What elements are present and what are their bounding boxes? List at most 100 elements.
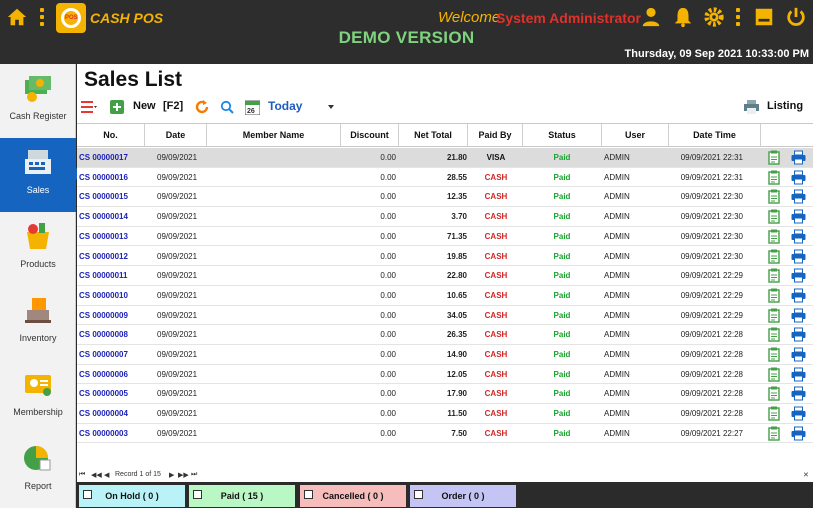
tab-paid[interactable]: Paid ( 15 ) — [189, 485, 295, 507]
printer-icon[interactable] — [744, 100, 759, 114]
table-row[interactable]: CS 00000013 09/09/2021 0.00 71.35 CASH Paid AD… — [77, 227, 813, 247]
print-receipt-icon[interactable] — [791, 327, 806, 342]
edit-clipboard-icon[interactable] — [767, 308, 782, 323]
row-discount: 0.00 — [380, 251, 396, 261]
column-header-date-time[interactable]: Date Time — [669, 124, 761, 147]
print-receipt-icon[interactable] — [791, 426, 806, 441]
list-menu-icon[interactable] — [81, 100, 97, 114]
date-filter-select[interactable]: Today — [268, 99, 302, 113]
edit-clipboard-icon[interactable] — [767, 426, 782, 441]
row-date-time: 09/09/2021 22:28 — [680, 350, 743, 359]
row-paid-by: VISA — [486, 153, 506, 162]
print-receipt-icon[interactable] — [791, 367, 806, 382]
prev-record-icon[interactable]: ◀ — [104, 471, 109, 479]
chevron-down-icon[interactable] — [328, 105, 334, 109]
row-paid-by: CASH — [484, 409, 508, 419]
new-button[interactable]: New — [133, 100, 156, 112]
gear-icon[interactable] — [703, 6, 725, 28]
next-page-icon[interactable]: ▶▶ — [178, 471, 189, 479]
print-receipt-icon[interactable] — [791, 347, 806, 362]
table-row[interactable]: CS 00000008 09/09/2021 0.00 26.35 CASH Paid AD… — [77, 325, 813, 345]
edit-clipboard-icon[interactable] — [767, 386, 782, 402]
table-row[interactable]: CS 00000012 09/09/2021 0.00 19.85 CASH Paid AD… — [77, 247, 813, 267]
print-receipt-icon[interactable] — [791, 249, 806, 264]
table-row[interactable]: CS 00000005 09/09/2021 0.00 17.90 CASH Paid AD… — [77, 384, 813, 405]
row-net-total: 10.65 — [446, 290, 467, 300]
column-header-net-total[interactable]: Net Total — [399, 124, 468, 147]
add-icon[interactable] — [110, 100, 124, 114]
edit-clipboard-icon[interactable] — [767, 288, 782, 303]
table-row[interactable]: CS 00000016 09/09/2021 0.00 28.55 CASH Paid AD… — [77, 168, 813, 188]
edit-clipboard-icon[interactable] — [767, 189, 782, 205]
edit-clipboard-icon[interactable] — [767, 268, 782, 283]
bell-icon[interactable] — [672, 6, 694, 28]
close-icon[interactable]: ✕ — [803, 471, 809, 479]
sidebar-item-inventory[interactable]: Inventory — [0, 286, 76, 360]
table-row[interactable]: CS 00000003 09/09/2021 0.00 7.50 CASH Paid ADM… — [77, 424, 813, 444]
sidebar-item-cash-register[interactable]: Cash Register — [0, 64, 76, 138]
sidebar-item-membership[interactable]: Membership — [0, 360, 76, 434]
column-header-date[interactable]: Date — [145, 124, 207, 147]
edit-clipboard-icon[interactable] — [767, 249, 782, 264]
print-receipt-icon[interactable] — [791, 386, 806, 401]
sidebar-item-products[interactable]: Products — [0, 212, 76, 286]
column-header-discount[interactable]: Discount — [341, 124, 399, 147]
home-icon[interactable] — [6, 6, 28, 28]
edit-clipboard-icon[interactable] — [767, 347, 782, 362]
tab-cancelled[interactable]: Cancelled ( 0 ) — [300, 485, 406, 507]
table-row[interactable]: CS 00000004 09/09/2021 0.00 11.50 CASH Paid AD… — [77, 404, 813, 424]
edit-clipboard-icon[interactable] — [767, 406, 782, 421]
print-receipt-icon[interactable] — [791, 229, 806, 244]
first-record-icon[interactable]: ⏮ — [79, 471, 85, 479]
menu-kebab-icon[interactable] — [40, 8, 44, 26]
print-receipt-icon[interactable] — [791, 288, 806, 303]
edit-clipboard-icon[interactable] — [767, 150, 782, 165]
print-receipt-icon[interactable] — [791, 150, 806, 165]
print-receipt-icon[interactable] — [791, 209, 806, 224]
search-icon[interactable] — [220, 100, 234, 114]
edit-clipboard-icon[interactable] — [767, 229, 782, 244]
edit-clipboard-icon[interactable] — [767, 367, 782, 382]
app-name: CASH POS — [90, 10, 164, 26]
table-row[interactable]: CS 00000006 09/09/2021 0.00 12.05 CASH Paid AD… — [77, 365, 813, 385]
user-icon[interactable] — [640, 6, 662, 28]
column-header-no[interactable]: No. — [77, 124, 145, 147]
table-row[interactable]: CS 00000015 09/09/2021 0.00 12.35 CASH Paid AD… — [77, 187, 813, 208]
column-header-status[interactable]: Status — [523, 124, 602, 147]
table-row[interactable]: CS 00000014 09/09/2021 0.00 3.70 CASH Paid ADM… — [77, 207, 813, 227]
print-receipt-icon[interactable] — [791, 268, 806, 283]
table-row[interactable]: CS 00000011 09/09/2021 0.00 22.80 CASH Paid AD… — [77, 266, 813, 286]
prev-page-icon[interactable]: ◀◀ — [91, 471, 102, 479]
listing-button[interactable]: Listing — [767, 100, 803, 112]
table-row[interactable]: CS 00000017 09/09/2021 0.00 21.80 VISA Paid AD… — [77, 148, 813, 168]
row-user: ADMIN — [604, 192, 630, 202]
print-receipt-icon[interactable] — [791, 189, 806, 204]
power-icon[interactable] — [785, 6, 807, 28]
row-number: CS 00000003 — [79, 428, 128, 438]
refresh-icon[interactable] — [195, 100, 209, 114]
edit-clipboard-icon[interactable] — [767, 170, 782, 185]
sidebar-item-report[interactable]: Report — [0, 434, 76, 508]
table-row[interactable]: CS 00000010 09/09/2021 0.00 10.65 CASH Paid AD… — [77, 286, 813, 306]
print-receipt-icon[interactable] — [791, 308, 806, 323]
next-record-icon[interactable]: ▶ — [169, 471, 174, 479]
print-receipt-icon[interactable] — [791, 406, 806, 421]
last-record-icon[interactable]: ⏭ — [191, 471, 197, 479]
edit-clipboard-icon[interactable] — [767, 327, 782, 342]
table-row[interactable]: CS 00000009 09/09/2021 0.00 34.05 CASH Paid AD… — [77, 306, 813, 326]
table-row[interactable]: CS 00000007 09/09/2021 0.00 14.90 CASH Paid AD… — [77, 345, 813, 365]
edit-clipboard-icon[interactable] — [767, 209, 782, 224]
print-receipt-icon[interactable] — [791, 170, 806, 185]
row-paid-by: CASH — [484, 330, 508, 340]
sales-icon — [25, 150, 51, 174]
tab-order[interactable]: Order ( 0 ) — [410, 485, 516, 507]
row-member-name — [207, 227, 337, 246]
sidebar-item-sales[interactable]: Sales — [0, 138, 82, 212]
more-kebab-icon[interactable] — [736, 8, 740, 26]
column-header-paid-by[interactable]: Paid By — [468, 124, 523, 147]
window-minimize-icon[interactable] — [753, 6, 775, 28]
column-header-user[interactable]: User — [602, 124, 669, 147]
column-header-member-name[interactable]: Member Name — [207, 124, 341, 147]
calendar-icon[interactable]: 26 — [245, 99, 260, 115]
tab-on-hold[interactable]: On Hold ( 0 ) — [79, 485, 185, 507]
